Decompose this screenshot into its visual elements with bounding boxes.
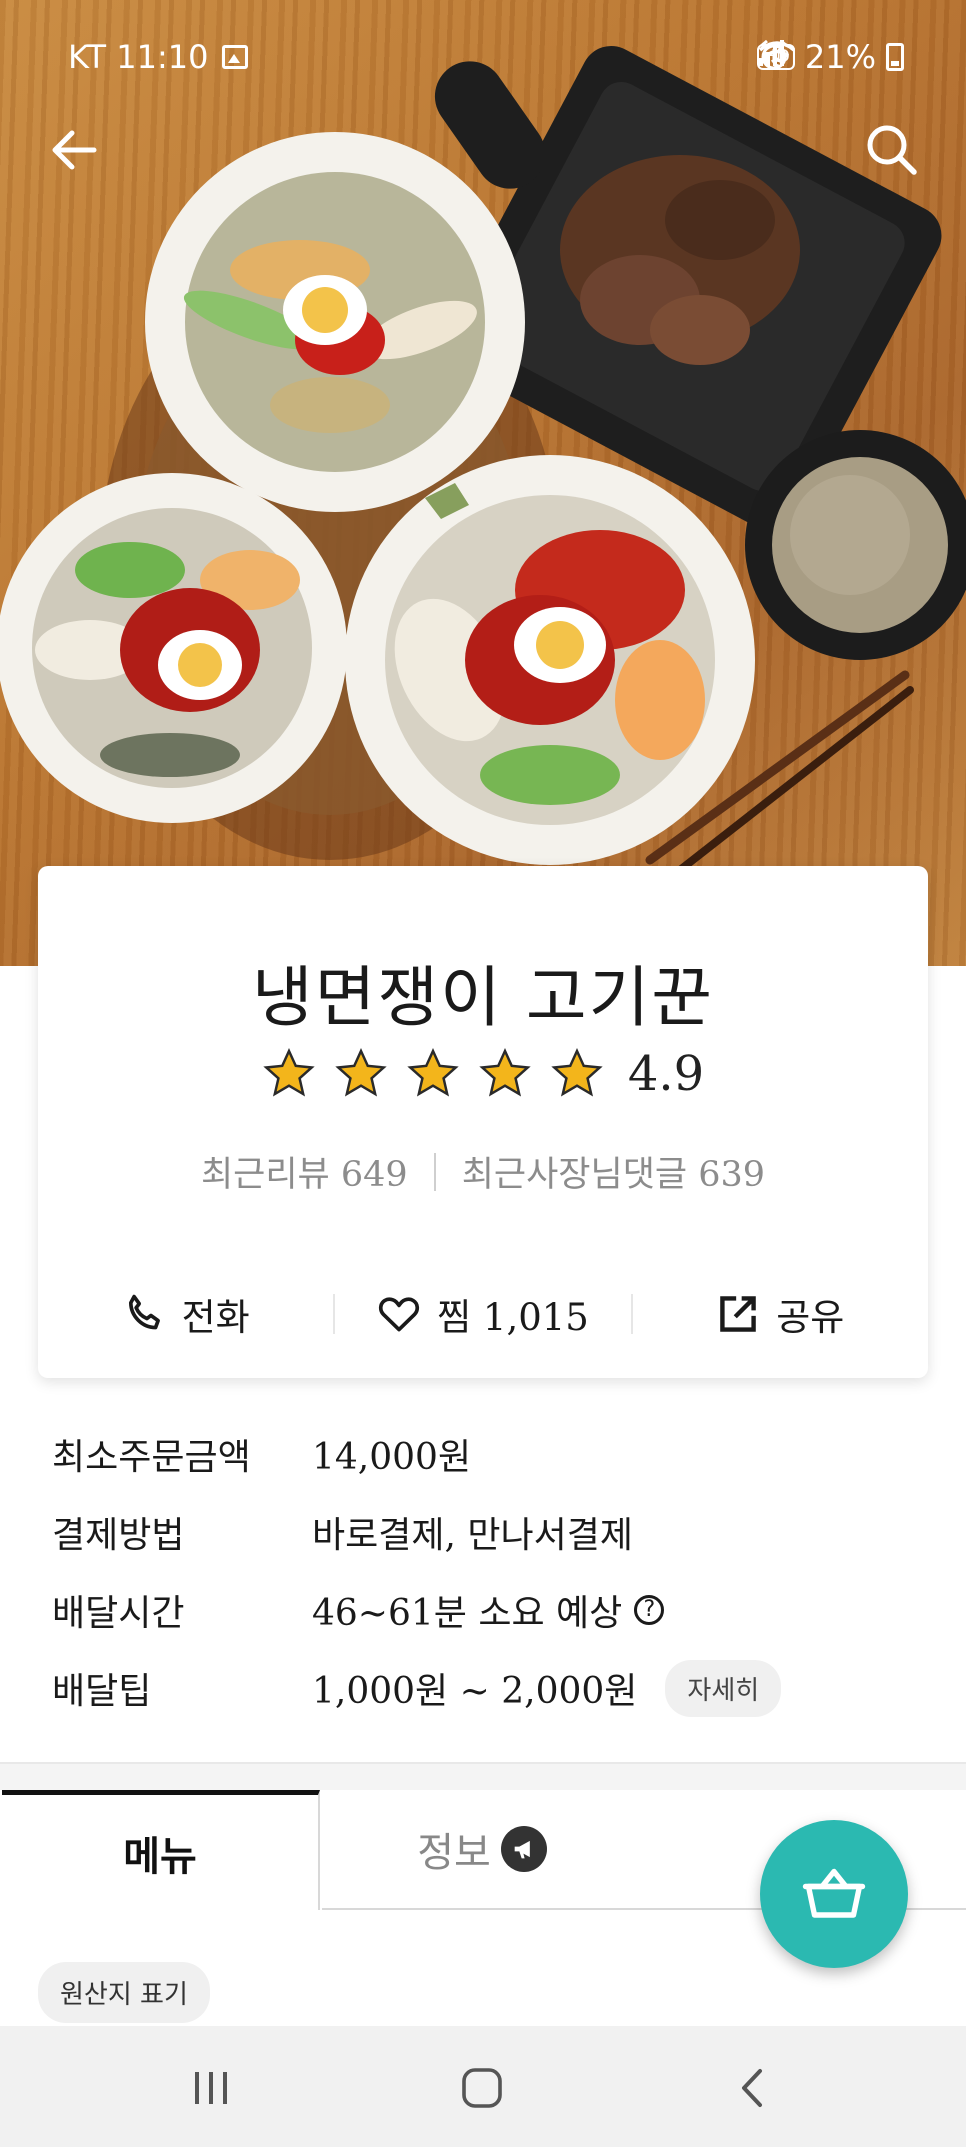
battery-icon: [886, 43, 904, 71]
recent-reviews-link[interactable]: 최근리뷰 649: [201, 1146, 408, 1197]
tab-info[interactable]: 정보: [322, 1790, 642, 1910]
store-hero-image: KT 11:10 HD 21%: [0, 0, 966, 966]
min-order-row: 최소주문금액 14,000원: [52, 1424, 912, 1484]
search-icon: [867, 125, 917, 175]
delivery-tip-row: 배달팁 1,000원 ~ 2,000원 자세히: [52, 1658, 912, 1718]
home-button[interactable]: [452, 2058, 512, 2118]
signal-icon: [759, 40, 785, 66]
call-button[interactable]: 전화: [38, 1287, 333, 1341]
origin-label-chip[interactable]: 원산지 표기: [38, 1962, 210, 2023]
section-divider: [0, 1762, 966, 1792]
rating-value: 4.9: [627, 1046, 705, 1102]
gallery-notification-icon: [222, 45, 249, 69]
delivery-tip-detail-button[interactable]: 자세히: [665, 1659, 782, 1717]
payment-label: 결제방법: [52, 1515, 185, 1556]
share-label: 공유: [776, 1296, 845, 1339]
payment-value: 바로결제, 만나서결제: [312, 1515, 633, 1556]
arrow-left-icon: [52, 130, 97, 170]
tab-info-label: 정보: [417, 1830, 491, 1876]
favorite-count: 찜 1,015: [437, 1296, 589, 1339]
store-name: 냉면쟁이 고기꾼: [251, 959, 715, 1036]
chevron-left-icon: [742, 2069, 762, 2107]
rating-row: 4.9: [38, 1046, 928, 1102]
delivery-tip-label: 배달팁: [52, 1671, 152, 1712]
phone-icon: [128, 1294, 160, 1330]
help-icon[interactable]: ?: [634, 1595, 665, 1625]
min-order-label: 최소주문금액: [52, 1437, 251, 1478]
payment-row: 결제방법 바로결제, 만나서결제: [52, 1502, 912, 1562]
star-icon: [263, 1048, 315, 1097]
back-nav-button[interactable]: [723, 2058, 783, 2118]
star-icon: [407, 1048, 459, 1097]
delivery-time-label: 배달시간: [52, 1593, 185, 1634]
battery-percent: 21%: [804, 38, 876, 76]
back-button[interactable]: [44, 120, 104, 180]
cart-button[interactable]: [760, 1820, 908, 1968]
review-counts: 최근리뷰 649 최근사장님댓글 639: [38, 1146, 928, 1197]
search-button[interactable]: [860, 118, 924, 182]
min-order-value: 14,000원: [312, 1437, 472, 1478]
heart-icon: [379, 1297, 420, 1332]
tab-menu-label: 메뉴: [123, 1832, 197, 1880]
star-icon: [335, 1048, 387, 1097]
carrier-time: KT 11:10: [68, 38, 209, 76]
divider: [433, 1152, 436, 1191]
delivery-time-value-group: 46~61분 소요 예상 ?: [312, 1584, 665, 1636]
star-icon: [479, 1048, 531, 1097]
megaphone-icon: [500, 1826, 547, 1872]
share-button[interactable]: 공유: [633, 1287, 928, 1341]
store-info-card: 냉면쟁이 고기꾼 4.9 최근리뷰 649 최근사장님댓글 639 전화 찜 1…: [38, 866, 928, 1378]
delivery-time-row: 배달시간 46~61분 소요 예상 ?: [52, 1580, 912, 1640]
star-icon: [551, 1048, 603, 1097]
status-right: HD 21%: [757, 38, 904, 76]
call-label: 전화: [181, 1296, 250, 1339]
delivery-tip-value-group: 1,000원 ~ 2,000원 자세히: [312, 1659, 782, 1717]
owner-replies-link[interactable]: 최근사장님댓글 639: [462, 1146, 765, 1197]
store-actions: 전화 찜 1,015 공유: [38, 1264, 928, 1364]
favorite-button[interactable]: 찜 1,015: [335, 1287, 630, 1341]
system-nav-bar: [0, 2026, 966, 2147]
status-bar: KT 11:10 HD 21%: [0, 0, 966, 110]
home-icon: [462, 2068, 502, 2108]
share-icon: [720, 1296, 757, 1332]
recent-apps-button[interactable]: [181, 2058, 241, 2118]
status-left: KT 11:10: [68, 38, 249, 76]
delivery-tip-value: 1,000원 ~ 2,000원: [312, 1671, 638, 1712]
basket-icon: [802, 1868, 866, 1918]
food-photo: [0, 45, 966, 874]
delivery-time-value: 46~61분 소요 예상: [312, 1593, 623, 1634]
recent-apps-icon: [195, 2072, 227, 2104]
tab-menu[interactable]: 메뉴: [2, 1790, 320, 1910]
